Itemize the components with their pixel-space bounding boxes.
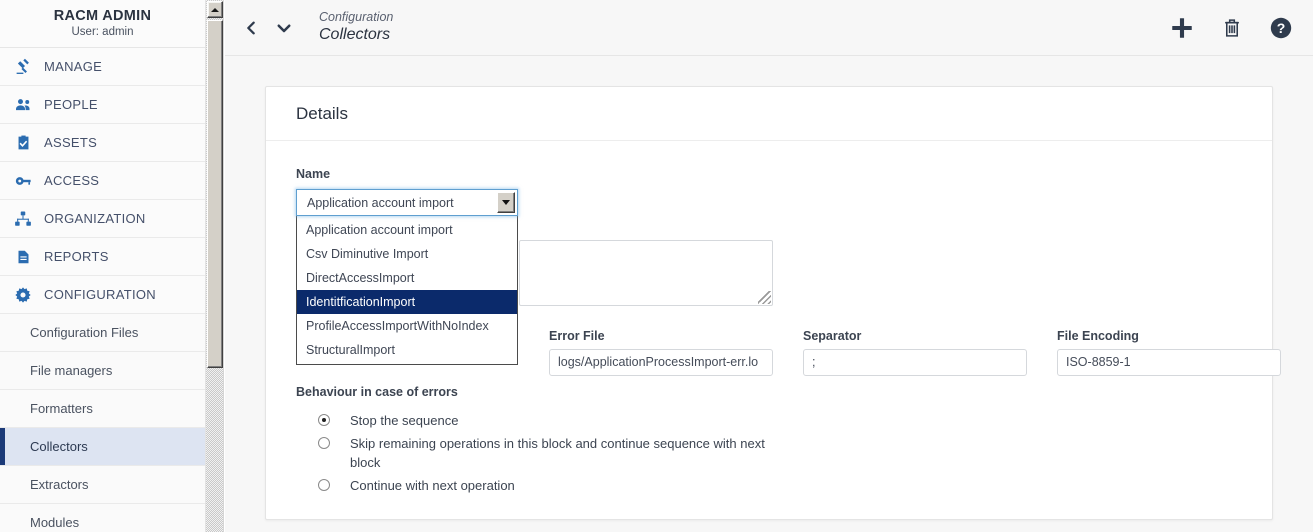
sidebar-item-organization[interactable]: ORGANIZATION [0,200,205,238]
select-option[interactable]: Application account import [297,218,517,242]
radio-label: Continue with next operation [350,478,515,493]
description-textarea[interactable] [519,240,773,306]
sidebar-item-people[interactable]: PEOPLE [0,86,205,124]
page-header: Configuration Collectors ? [225,0,1313,56]
radio-option-continue-next[interactable]: Continue with next operation [296,476,770,495]
content-area: Details Name Application account import [225,56,1313,532]
select-option[interactable]: StructuralImport [297,338,517,362]
document-icon [12,247,34,267]
sidebar-subitem-label: Configuration Files [30,325,139,340]
sidebar-item-file-managers[interactable]: File managers [0,352,205,390]
brand-user: User: admin [71,26,134,39]
sidebar-subitem-label: Collectors [30,439,88,454]
gavel-icon [12,57,34,77]
behaviour-section: Behaviour in case of errors Stop the seq… [296,385,770,499]
sidebar-item-label: REPORTS [44,249,109,264]
radio-option-stop-sequence[interactable]: Stop the sequence [296,411,770,430]
file-settings-row: Error File logs/ApplicationProcessImport… [549,329,1289,376]
details-card-body: Name Application account import Applicat… [266,141,1281,493]
select-option[interactable]: Csv Diminutive Import [297,242,517,266]
help-circle-icon[interactable]: ? [1269,16,1293,40]
org-chart-icon [12,209,34,229]
scroll-up-button[interactable] [207,1,223,18]
breadcrumb-current: Collectors [319,26,391,44]
file-encoding-input[interactable]: ISO-8859-1 [1057,349,1281,376]
svg-text:?: ? [1277,20,1286,36]
radio-button[interactable] [318,414,330,426]
sidebar-subitem-label: Formatters [30,401,93,416]
sidebar-item-manage[interactable]: MANAGE [0,48,205,86]
sidebar-item-extractors[interactable]: Extractors [0,466,205,504]
sidebar-item-reports[interactable]: REPORTS [0,238,205,276]
error-file-label: Error File [549,329,605,343]
sidebar-subitem-label: File managers [30,363,113,378]
resize-grip-icon[interactable] [758,291,771,304]
sidebar-item-collectors[interactable]: Collectors [0,428,205,466]
name-select-value: Application account import [307,195,454,210]
separator-field: Separator ; [803,329,1027,376]
radio-button[interactable] [318,479,330,491]
scrollbar-thumb[interactable] [207,20,223,368]
application-window: RACM ADMIN User: admin MANAGE PEOPLE ASS… [0,0,1313,532]
select-option[interactable]: ProfileAccessImportWithNoIndex [297,314,517,338]
gear-icon [12,285,34,305]
name-select-box[interactable]: Application account import [296,189,518,216]
file-encoding-label: File Encoding [1057,329,1139,343]
trash-icon[interactable] [1221,16,1243,40]
radio-label: Stop the sequence [350,413,459,428]
sidebar-item-label: CONFIGURATION [44,287,156,302]
radio-button[interactable] [318,437,330,449]
sidebar-item-assets[interactable]: ASSETS [0,124,205,162]
error-file-field: Error File logs/ApplicationProcessImport… [549,329,773,376]
details-card-header: Details [266,87,1272,141]
sidebar-item-formatters[interactable]: Formatters [0,390,205,428]
details-card: Details Name Application account import [265,86,1281,520]
key-icon [12,171,34,191]
sidebar-item-access[interactable]: ACCESS [0,162,205,200]
sidebar-item-configuration-files[interactable]: Configuration Files [0,314,205,352]
sidebar-item-configuration[interactable]: CONFIGURATION [0,276,205,314]
people-icon [12,95,34,115]
sidebar-item-label: ACCESS [44,173,100,188]
sidebar-subitem-label: Extractors [30,477,89,492]
select-option[interactable]: DirectAccessImport [297,266,517,290]
page-title: Details [296,103,348,123]
breadcrumb-parent: Configuration [319,9,394,24]
sidebar-item-label: ORGANIZATION [44,211,146,226]
separator-input[interactable]: ; [803,349,1027,376]
chevron-up-icon [211,7,219,12]
error-file-input[interactable]: logs/ApplicationProcessImport-err.lo [549,349,773,376]
chevron-left-icon[interactable] [243,19,259,37]
sidebar-item-label: ASSETS [44,135,98,150]
sidebar-item-label: MANAGE [44,59,103,74]
sidebar-item-label: PEOPLE [44,97,98,112]
name-select-options[interactable]: Application account import Csv Diminutiv… [296,216,518,365]
select-option-highlighted[interactable]: IdentitficationImport [297,290,517,314]
brand-header: RACM ADMIN User: admin [0,0,205,48]
header-nav [243,19,293,37]
header-actions: ? [1169,15,1293,41]
dropdown-arrow-button[interactable] [497,192,515,213]
name-select[interactable]: Application account import Application a… [296,189,518,365]
file-encoding-field: File Encoding ISO-8859-1 [1057,329,1281,376]
name-label: Name [296,167,331,181]
sidebar-scrollbar[interactable] [206,0,224,532]
radio-option-skip-block[interactable]: Skip remaining operations in this block … [296,434,770,472]
sidebar-item-modules[interactable]: Modules [0,504,205,532]
plus-icon[interactable] [1169,15,1195,41]
separator-label: Separator [803,329,862,343]
sidebar-subitem-label: Modules [30,515,80,530]
caret-down-icon [502,200,510,205]
breadcrumb: Configuration Collectors [319,10,393,46]
clipboard-check-icon [12,133,34,153]
radio-label: Skip remaining operations in this block … [350,436,765,470]
sidebar: RACM ADMIN User: admin MANAGE PEOPLE ASS… [0,0,206,532]
chevron-down-icon[interactable] [275,19,293,37]
behaviour-title: Behaviour in case of errors [296,385,458,399]
brand-title: RACM ADMIN [53,7,152,24]
